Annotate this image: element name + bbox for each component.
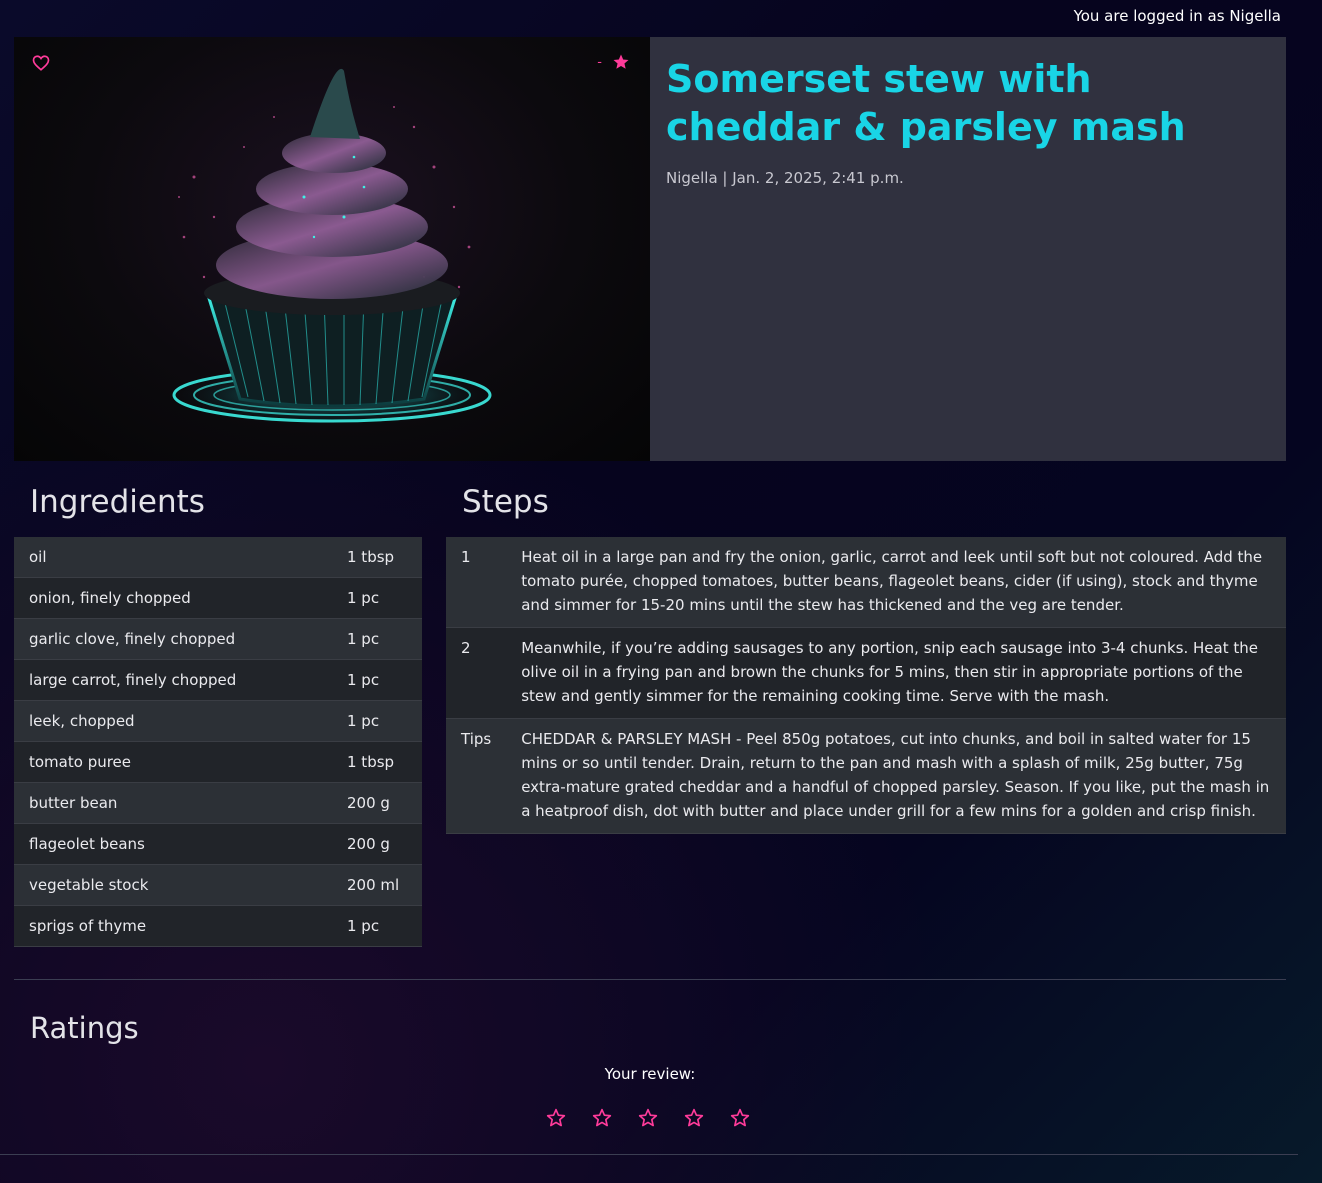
ingredient-name: leek, chopped <box>14 700 347 742</box>
star-filled-icon <box>613 54 629 69</box>
ingredient-name: sprigs of thyme <box>14 905 347 947</box>
section-divider <box>14 979 1286 980</box>
ingredient-row: garlic clove, finely chopped 1 pc <box>14 618 422 660</box>
rating-badge-text: - <box>597 54 602 70</box>
ingredient-name: vegetable stock <box>14 864 347 906</box>
ingredient-row: vegetable stock 200 ml <box>14 864 422 906</box>
ingredient-name: flageolet beans <box>14 823 347 865</box>
footer-divider <box>0 1154 1298 1155</box>
ingredient-name: tomato puree <box>14 741 347 783</box>
ingredient-row: oil 1 tbsp <box>14 537 422 578</box>
review-stars <box>546 1108 750 1128</box>
favorite-heart-icon[interactable] <box>32 54 50 72</box>
login-status: You are logged in as Nigella <box>1073 7 1281 25</box>
step-row: 2 Meanwhile, if you’re adding sausages to… <box>446 627 1286 719</box>
ingredient-row: butter bean 200 g <box>14 782 422 824</box>
ingredient-row: large carrot, finely chopped 1 pc <box>14 659 422 701</box>
step-row: 1 Heat oil in a large pan and fry the oni… <box>446 537 1286 628</box>
star-outline-icon[interactable] <box>592 1108 612 1128</box>
recipe-title: Somerset stew with cheddar & parsley mas… <box>666 57 1186 149</box>
ingredient-qty: 1 pc <box>347 905 422 947</box>
cupcake-illustration <box>172 68 492 425</box>
ingredient-row: onion, finely chopped 1 pc <box>14 577 422 619</box>
ingredient-name: large carrot, finely chopped <box>14 659 347 701</box>
recipe-meta: Nigella | Jan. 2, 2025, 2:41 p.m. <box>666 169 904 187</box>
steps-table: 1 Heat oil in a large pan and fry the oni… <box>446 537 1286 834</box>
star-outline-icon[interactable] <box>730 1108 750 1128</box>
ingredient-qty: 1 pc <box>347 659 422 701</box>
ingredient-qty: 200 g <box>347 782 422 824</box>
ingredient-row: flageolet beans 200 g <box>14 823 422 865</box>
ingredient-qty: 1 pc <box>347 618 422 660</box>
step-text: CHEDDAR & PARSLEY MASH - Peel 850g potat… <box>506 718 1286 834</box>
ingredient-qty: 1 tbsp <box>347 537 422 578</box>
recipe-info: Somerset stew with cheddar & parsley mas… <box>650 37 1286 461</box>
ingredient-qty: 1 tbsp <box>347 741 422 783</box>
ingredient-qty: 200 g <box>347 823 422 865</box>
star-outline-icon[interactable] <box>546 1108 566 1128</box>
review-label: Your review: <box>604 1065 696 1083</box>
ingredient-name: butter bean <box>14 782 347 824</box>
rating-badge: - <box>597 53 630 71</box>
ingredients-heading: Ingredients <box>30 484 205 520</box>
step-row: Tips CHEDDAR & PARSLEY MASH - Peel 850g p… <box>446 718 1286 834</box>
step-number: 2 <box>446 627 507 719</box>
ingredient-qty: 1 pc <box>347 577 422 619</box>
ingredient-row: sprigs of thyme 1 pc <box>14 905 422 947</box>
recipe-hero: - Somerset stew with cheddar & parsley m… <box>14 37 1286 461</box>
step-number: 1 <box>446 537 507 628</box>
ratings-heading: Ratings <box>30 1011 139 1045</box>
step-text: Heat oil in a large pan and fry the onio… <box>506 537 1286 628</box>
steps-heading: Steps <box>462 484 549 520</box>
star-outline-icon[interactable] <box>638 1108 658 1128</box>
step-number: Tips <box>446 718 507 834</box>
ingredient-name: onion, finely chopped <box>14 577 347 619</box>
star-outline-icon[interactable] <box>684 1108 704 1128</box>
ingredient-qty: 200 ml <box>347 864 422 906</box>
ingredient-row: tomato puree 1 tbsp <box>14 741 422 783</box>
recipe-image: - <box>14 37 650 461</box>
ingredient-name: oil <box>14 537 347 578</box>
ingredient-qty: 1 pc <box>347 700 422 742</box>
step-text: Meanwhile, if you’re adding sausages to … <box>506 627 1286 719</box>
ingredient-name: garlic clove, finely chopped <box>14 618 347 660</box>
ingredient-row: leek, chopped 1 pc <box>14 700 422 742</box>
ingredients-table: oil 1 tbsp onion, finely chopped 1 pc garlic… <box>14 537 422 947</box>
